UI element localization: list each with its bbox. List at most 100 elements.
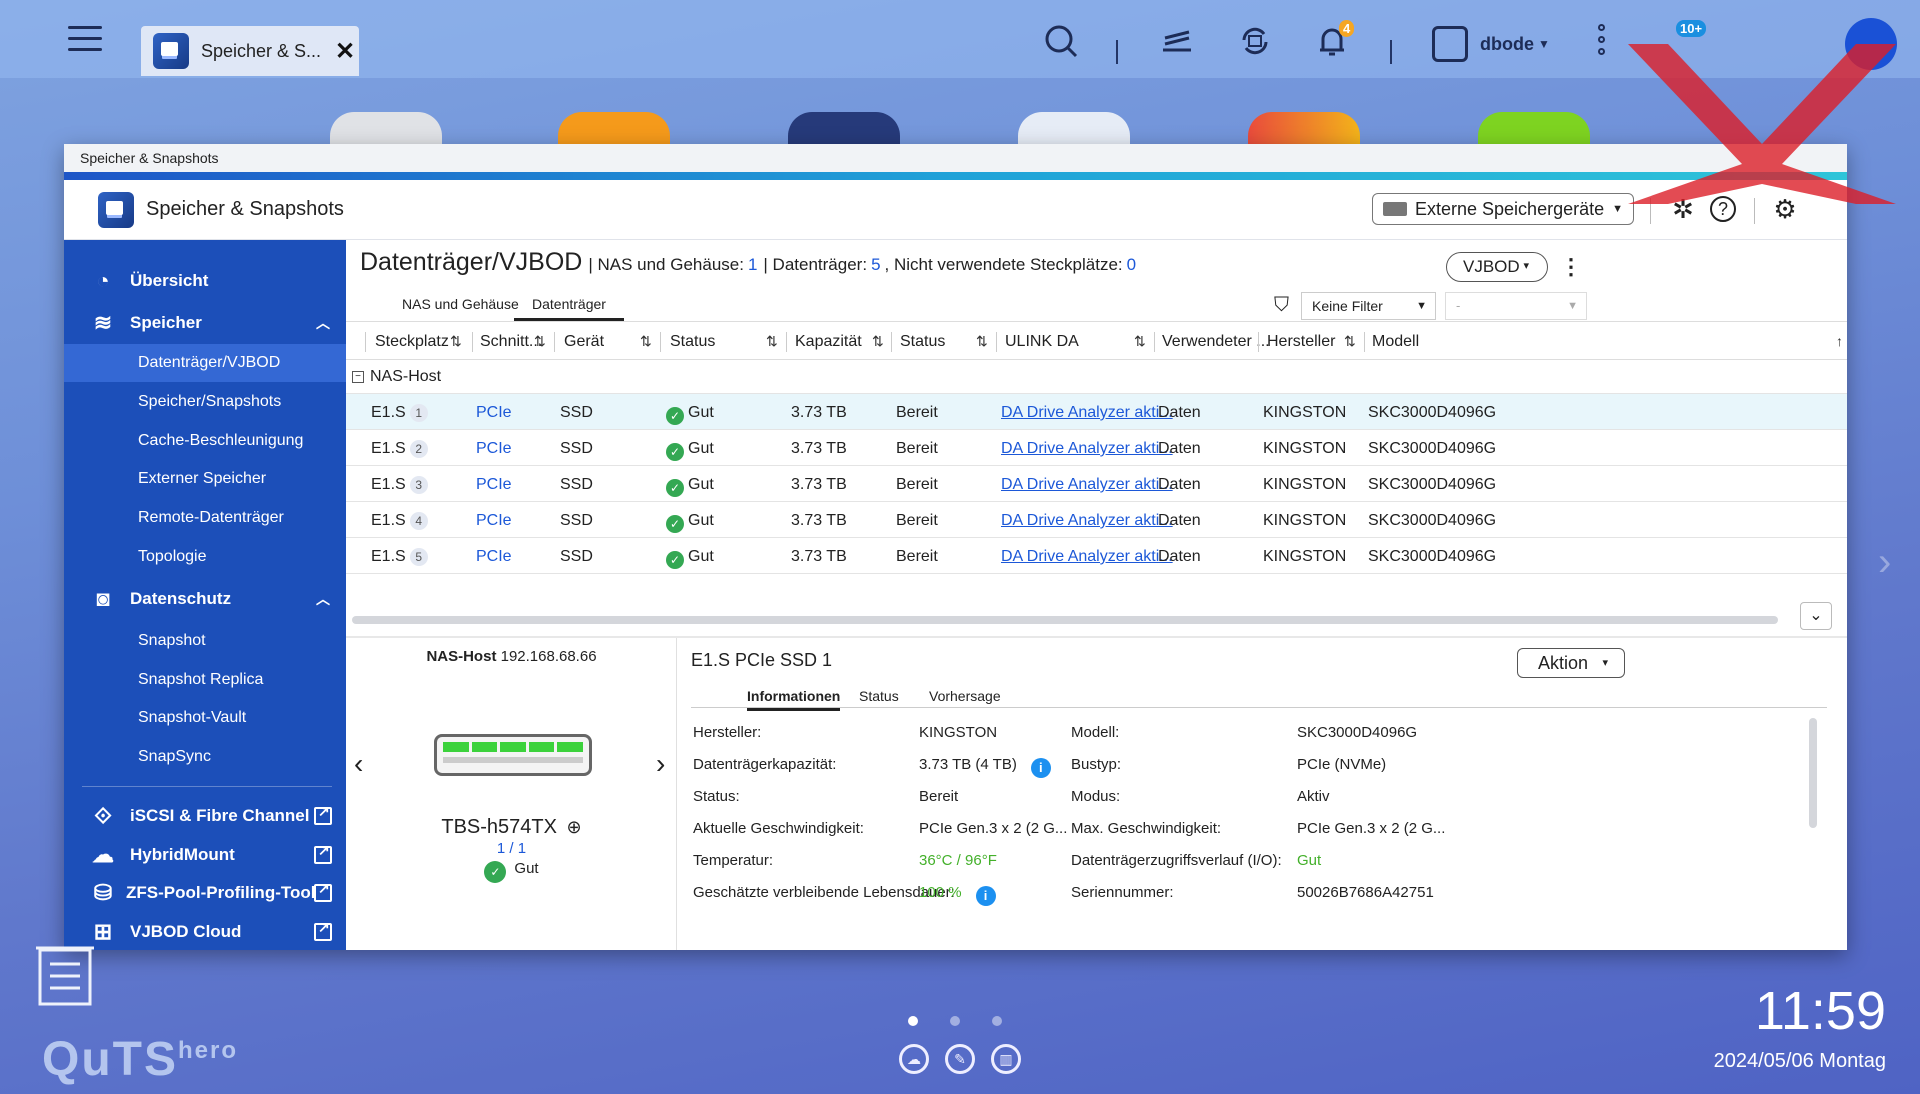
table-row[interactable]: E1.S 1 PCIe SSD ✓ Gut 3.73 TB Bereit DA Drive An…: [346, 394, 1847, 430]
zoom-icon[interactable]: ⊕: [567, 817, 582, 837]
menu-icon[interactable]: [68, 26, 102, 56]
sidebar-item-overview[interactable]: ◔ Übersicht: [64, 262, 346, 300]
cell-ulink[interactable]: DA Drive Analyzer akti...: [1001, 512, 1173, 530]
help-icon[interactable]: ?: [1710, 196, 1736, 222]
sort-icon[interactable]: ⇅: [872, 333, 884, 350]
cell-interface[interactable]: PCIe: [476, 512, 512, 530]
sort-icon[interactable]: ⇅: [976, 333, 988, 350]
trash-icon[interactable]: [36, 934, 94, 1006]
username: dbode: [1480, 33, 1534, 54]
group-row[interactable]: − NAS-Host: [346, 360, 1847, 394]
page-dot[interactable]: [908, 1016, 918, 1026]
info-icon[interactable]: i: [1030, 758, 1051, 778]
user-menu[interactable]: dbode ▼: [1432, 24, 1550, 64]
collapse-icon[interactable]: −: [352, 371, 364, 383]
col-device[interactable]: Gerät: [564, 333, 604, 351]
chevron-right-icon[interactable]: ›: [656, 748, 665, 780]
sidebar-item-snapshot[interactable]: Snapshot: [64, 622, 346, 660]
stack-icon[interactable]: [1156, 22, 1198, 64]
col-health[interactable]: Status: [670, 333, 715, 351]
tools-icon[interactable]: ✎: [945, 1044, 975, 1074]
chevron-up-icon: ︿: [316, 315, 330, 331]
cell-ulink[interactable]: DA Drive Analyzer akti...: [1001, 404, 1173, 422]
sidebar-item-topology[interactable]: Topologie: [64, 538, 346, 576]
col-vendor[interactable]: Hersteller: [1267, 333, 1335, 351]
close-icon[interactable]: ✕: [335, 37, 355, 66]
sidebar-item-vault[interactable]: Snapshot-Vault: [64, 699, 346, 737]
cell-ulink[interactable]: DA Drive Analyzer akti...: [1001, 440, 1173, 458]
chevron-left-icon[interactable]: ‹: [354, 748, 363, 780]
sort-icon[interactable]: ⇅: [1344, 333, 1356, 350]
sort-icon[interactable]: ↑: [1836, 333, 1843, 349]
cloud-icon[interactable]: [1845, 18, 1897, 70]
tab-nas[interactable]: NAS und Gehäuse: [402, 296, 519, 312]
sidebar-item-cache[interactable]: Cache-Beschleunigung: [64, 422, 346, 460]
sidebar-item-vjbod-cloud[interactable]: ⊞ VJBOD Cloud: [64, 913, 346, 950]
clock: 11:59: [1754, 981, 1886, 1041]
table-row[interactable]: E1.S 5 PCIe SSD ✓ Gut 3.73 TB Bereit DA Drive An…: [346, 538, 1847, 574]
cell-ulink[interactable]: DA Drive Analyzer akti...: [1001, 476, 1173, 494]
external-devices-button[interactable]: Externe Speichergeräte ▼: [1372, 193, 1634, 225]
cell-interface[interactable]: PCIe: [476, 440, 512, 458]
gear-icon[interactable]: ⚙: [1770, 194, 1800, 224]
filter-secondary-select[interactable]: - ▼: [1445, 292, 1587, 320]
col-capacity[interactable]: Kapazität: [795, 333, 862, 351]
col-interface[interactable]: Schnitt...: [480, 333, 542, 351]
sidebar-item-snapsync[interactable]: SnapSync: [64, 738, 346, 776]
sidebar-item-label: Remote-Datenträger: [138, 509, 284, 526]
cell-vendor: KINGSTON: [1263, 476, 1347, 493]
tab-info[interactable]: Informationen: [747, 688, 841, 711]
sidebar-item-remote[interactable]: Remote-Datenträger: [64, 499, 346, 537]
filter-select[interactable]: Keine Filter ▼: [1301, 292, 1436, 320]
cloud-icon[interactable]: ☁: [899, 1044, 929, 1074]
grid-icon[interactable]: ▥: [991, 1044, 1021, 1074]
col-status[interactable]: Status: [900, 333, 945, 351]
cell-interface[interactable]: PCIe: [476, 548, 512, 566]
tab-status[interactable]: Status: [859, 688, 899, 704]
sidebar-item-storage[interactable]: ≋ Speicher ︿: [64, 304, 346, 342]
col-slot[interactable]: Steckplatz: [375, 333, 449, 351]
sort-icon[interactable]: ⇅: [450, 333, 462, 350]
vertical-scrollbar[interactable]: [1809, 718, 1817, 828]
sort-icon[interactable]: ⇅: [1134, 333, 1146, 350]
sidebar-item-hybridmount[interactable]: ☁ HybridMount: [64, 836, 346, 874]
action-button[interactable]: Aktion ▾: [1517, 648, 1625, 678]
sidebar-item-iscsi[interactable]: ⟐ iSCSI & Fibre Channel: [64, 797, 346, 835]
cell-model: SKC3000D4096G: [1368, 512, 1497, 529]
search-icon[interactable]: [1040, 22, 1082, 64]
cell-ulink[interactable]: DA Drive Analyzer akti...: [1001, 548, 1173, 566]
table-row[interactable]: E1.S 4 PCIe SSD ✓ Gut 3.73 TB Bereit DA Drive An…: [346, 502, 1847, 538]
cell-interface[interactable]: PCIe: [476, 404, 512, 422]
tab-prediction[interactable]: Vorhersage: [929, 688, 1001, 704]
more-icon[interactable]: [1598, 24, 1606, 60]
vjbod-button[interactable]: VJBOD ▾: [1446, 252, 1548, 282]
table-row[interactable]: E1.S 3 PCIe SSD ✓ Gut 3.73 TB Bereit DA Drive An…: [346, 466, 1847, 502]
chevron-right-icon[interactable]: ›: [1878, 540, 1891, 585]
sort-icon[interactable]: ⇅: [534, 333, 546, 350]
table-row[interactable]: E1.S 2 PCIe SSD ✓ Gut 3.73 TB Bereit DA Drive An…: [346, 430, 1847, 466]
expand-icon[interactable]: ⌄: [1800, 602, 1832, 630]
sort-icon[interactable]: ⇅: [766, 333, 778, 350]
col-usage[interactable]: Verwendeter ...: [1162, 333, 1270, 351]
app-tab[interactable]: Speicher & S... ✕: [141, 26, 359, 76]
tools-icon[interactable]: ✲: [1668, 194, 1698, 224]
horizontal-scrollbar[interactable]: [352, 616, 1778, 624]
sidebar-item-snapshots[interactable]: Speicher/Snapshots: [64, 383, 346, 421]
col-ulink[interactable]: ULINK DA: [1005, 333, 1079, 351]
filter-icon[interactable]: ⛉: [1274, 294, 1289, 317]
sort-icon[interactable]: ⇅: [640, 333, 652, 350]
divider: [1754, 198, 1755, 224]
sync-icon[interactable]: [1234, 22, 1276, 64]
page-dot[interactable]: [950, 1016, 960, 1026]
sidebar-item-external[interactable]: Externer Speicher: [64, 460, 346, 498]
more-icon[interactable]: ⋮: [1560, 254, 1582, 280]
page-dot[interactable]: [992, 1016, 1002, 1026]
tab-disks[interactable]: Datenträger: [514, 296, 624, 321]
sidebar-item-replica[interactable]: Snapshot Replica: [64, 661, 346, 699]
col-model[interactable]: Modell: [1372, 333, 1419, 351]
sidebar-item-disks[interactable]: Datenträger/VJBOD: [64, 344, 346, 382]
info-icon[interactable]: i: [975, 886, 996, 906]
cell-interface[interactable]: PCIe: [476, 476, 512, 494]
sidebar-item-zfs[interactable]: ⛁ ZFS-Pool-Profiling-Tool: [64, 874, 346, 912]
sidebar-item-protection[interactable]: ◙ Datenschutz ︿: [64, 580, 346, 618]
